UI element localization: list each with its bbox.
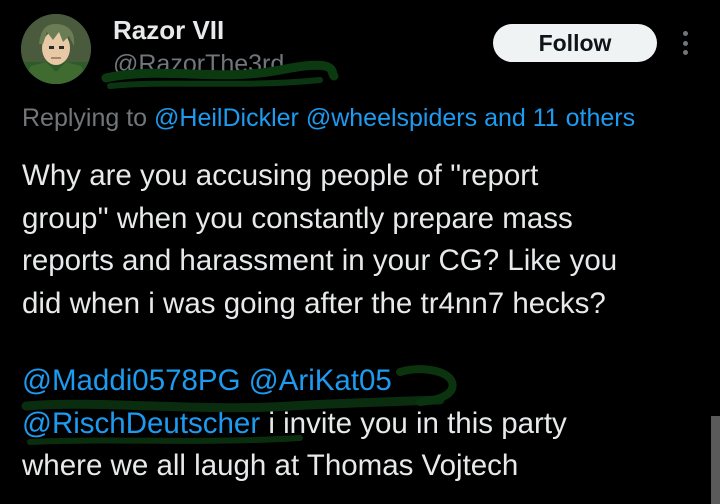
reply-context: Replying to @HeilDickler @wheelspiders a… [22, 104, 635, 133]
tweet-line: where we all laugh at Thomas Vojtech [22, 449, 519, 482]
more-dot [682, 40, 688, 46]
user-handle[interactable]: @RazorThe3rd [113, 50, 284, 79]
more-vertical-icon[interactable] [672, 28, 698, 58]
more-dot [682, 50, 688, 55]
tweet-text: Why are you accusing people of ''report … [22, 155, 712, 488]
more-dot [682, 31, 688, 36]
tweet-line: group'' when you constantly prepare mass [22, 201, 573, 235]
tweet-line-text: i invite you in this party [268, 406, 567, 440]
mention-link[interactable]: @wheelspiders [306, 104, 477, 132]
others-link[interactable]: and 11 others [484, 104, 635, 132]
mention-link[interactable]: @Maddi0578PG [22, 364, 241, 397]
tweet-line: @Maddi0578PG @AriKat05 [22, 360, 712, 403]
display-name[interactable]: Razor VII [113, 15, 224, 46]
replying-prefix: Replying to [22, 104, 148, 132]
tweet-line: reports and harassment in your CG? Like … [22, 244, 618, 277]
tweet-line: did when i was going after the tr4nn7 he… [22, 286, 606, 320]
tweet: Razor VII @RazorThe3rd Follow Replying t… [0, 0, 720, 504]
mention-link[interactable]: @AriKat05 [249, 364, 392, 397]
tweet-line: @RischDeutscher i invite you in this par… [22, 403, 712, 446]
mention-link[interactable]: @RischDeutscher [22, 407, 260, 440]
follow-button[interactable]: Follow [493, 24, 657, 62]
avatar[interactable] [21, 14, 91, 84]
tweet-line: Why are you accusing people of ''report [22, 159, 539, 192]
mention-link[interactable]: @HeilDickler [154, 104, 299, 132]
scrollbar[interactable] [711, 416, 720, 504]
